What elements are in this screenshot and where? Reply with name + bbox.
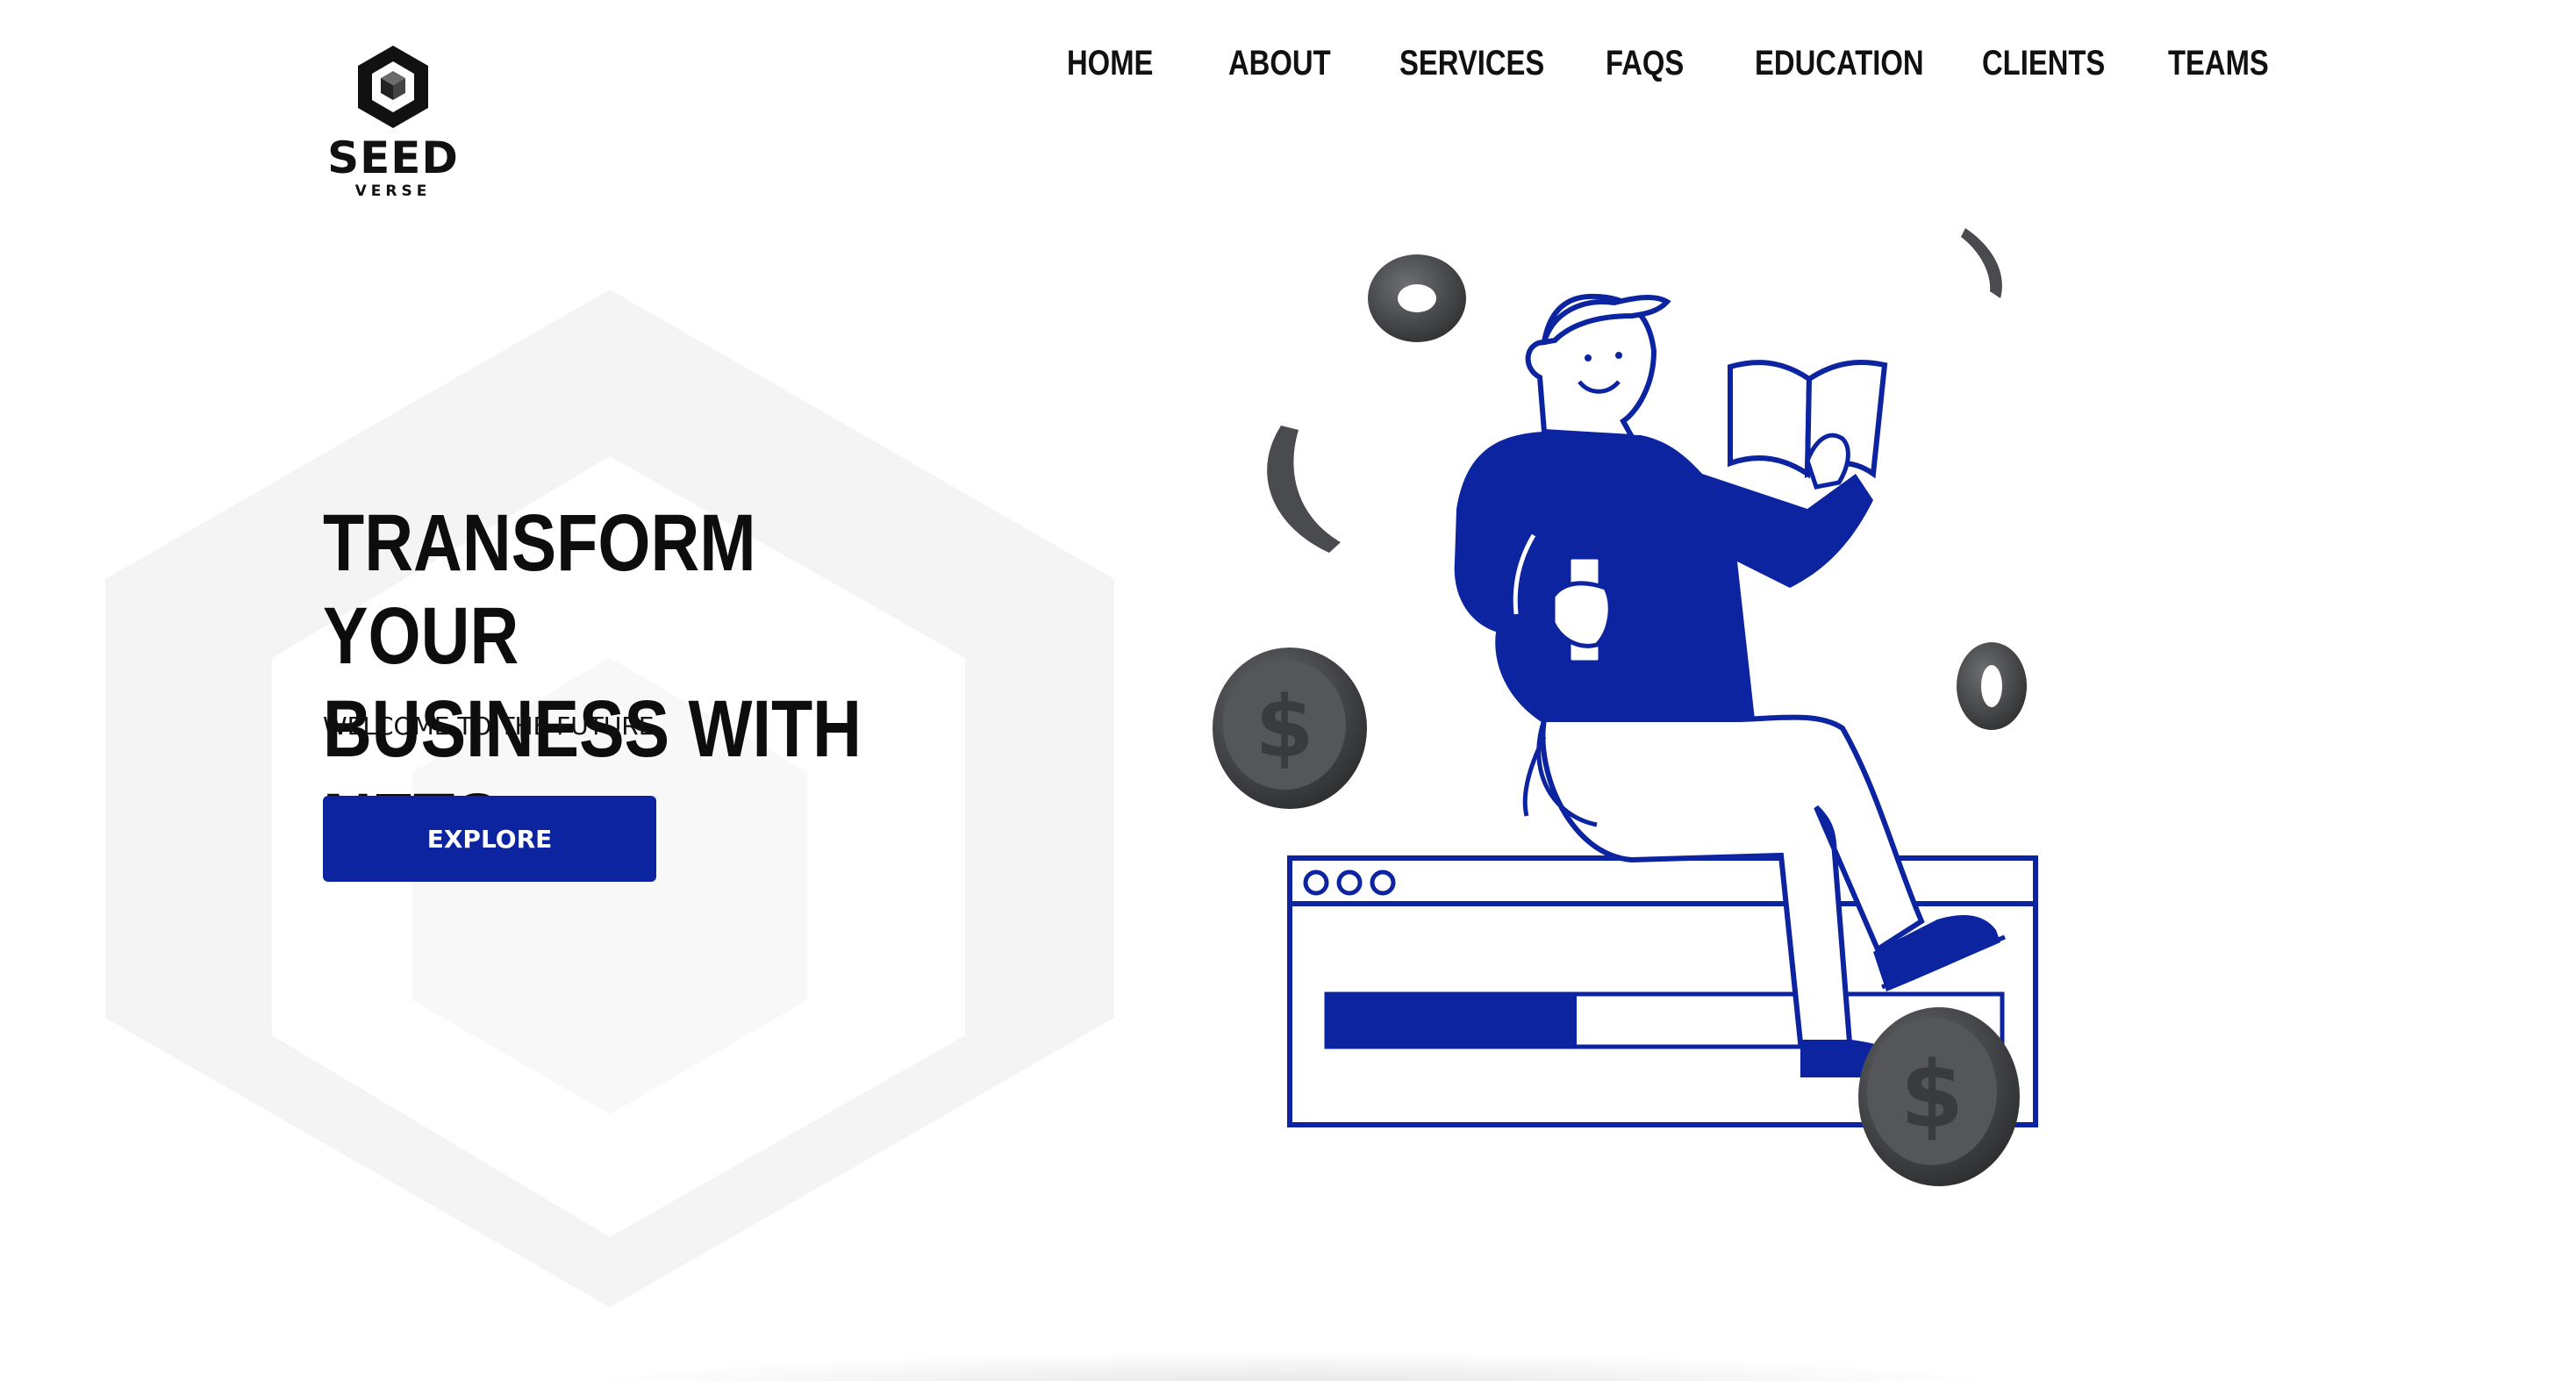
bottom-shadow xyxy=(562,1351,2018,1381)
nav-item-education[interactable]: EDUCATION xyxy=(1755,37,1924,89)
hero-title-line-1: TRANSFORM YOUR xyxy=(323,498,756,681)
dollar-coin-icon: $ xyxy=(1213,648,1367,809)
brand-logo[interactable]: SEED VERSE xyxy=(323,42,463,209)
brand-name: SEED xyxy=(327,132,459,183)
page: SEED VERSE HOME ABOUT SERVICES FAQS EDUC… xyxy=(0,0,2576,1381)
progress-bar-fill xyxy=(1327,994,1577,1047)
nav-item-services[interactable]: SERVICES xyxy=(1399,37,1544,89)
floating-arc-small-icon xyxy=(1961,228,2002,298)
explore-button[interactable]: EXPLORE xyxy=(323,796,656,882)
floating-arc-icon xyxy=(1267,426,1341,553)
hexagon-cube-icon xyxy=(358,46,428,128)
nav-item-about[interactable]: ABOUT xyxy=(1228,37,1331,89)
hero-subtitle: WELCOME TO THE FUTURE xyxy=(323,712,655,741)
dollar-coin-right-icon: $ xyxy=(1858,1007,2020,1186)
person-reading-book-on-browser-window-icon: $ $ xyxy=(1213,228,2038,1186)
nav-item-faqs[interactable]: FAQS xyxy=(1606,37,1684,89)
svg-text:$: $ xyxy=(1900,1041,1964,1148)
nav-item-home[interactable]: HOME xyxy=(1067,37,1153,89)
svg-text:$: $ xyxy=(1256,678,1314,776)
brand-subname: VERSE xyxy=(354,182,432,200)
nav-item-clients[interactable]: CLIENTS xyxy=(1982,37,2105,89)
nav-item-teams[interactable]: TEAMS xyxy=(2168,37,2269,89)
